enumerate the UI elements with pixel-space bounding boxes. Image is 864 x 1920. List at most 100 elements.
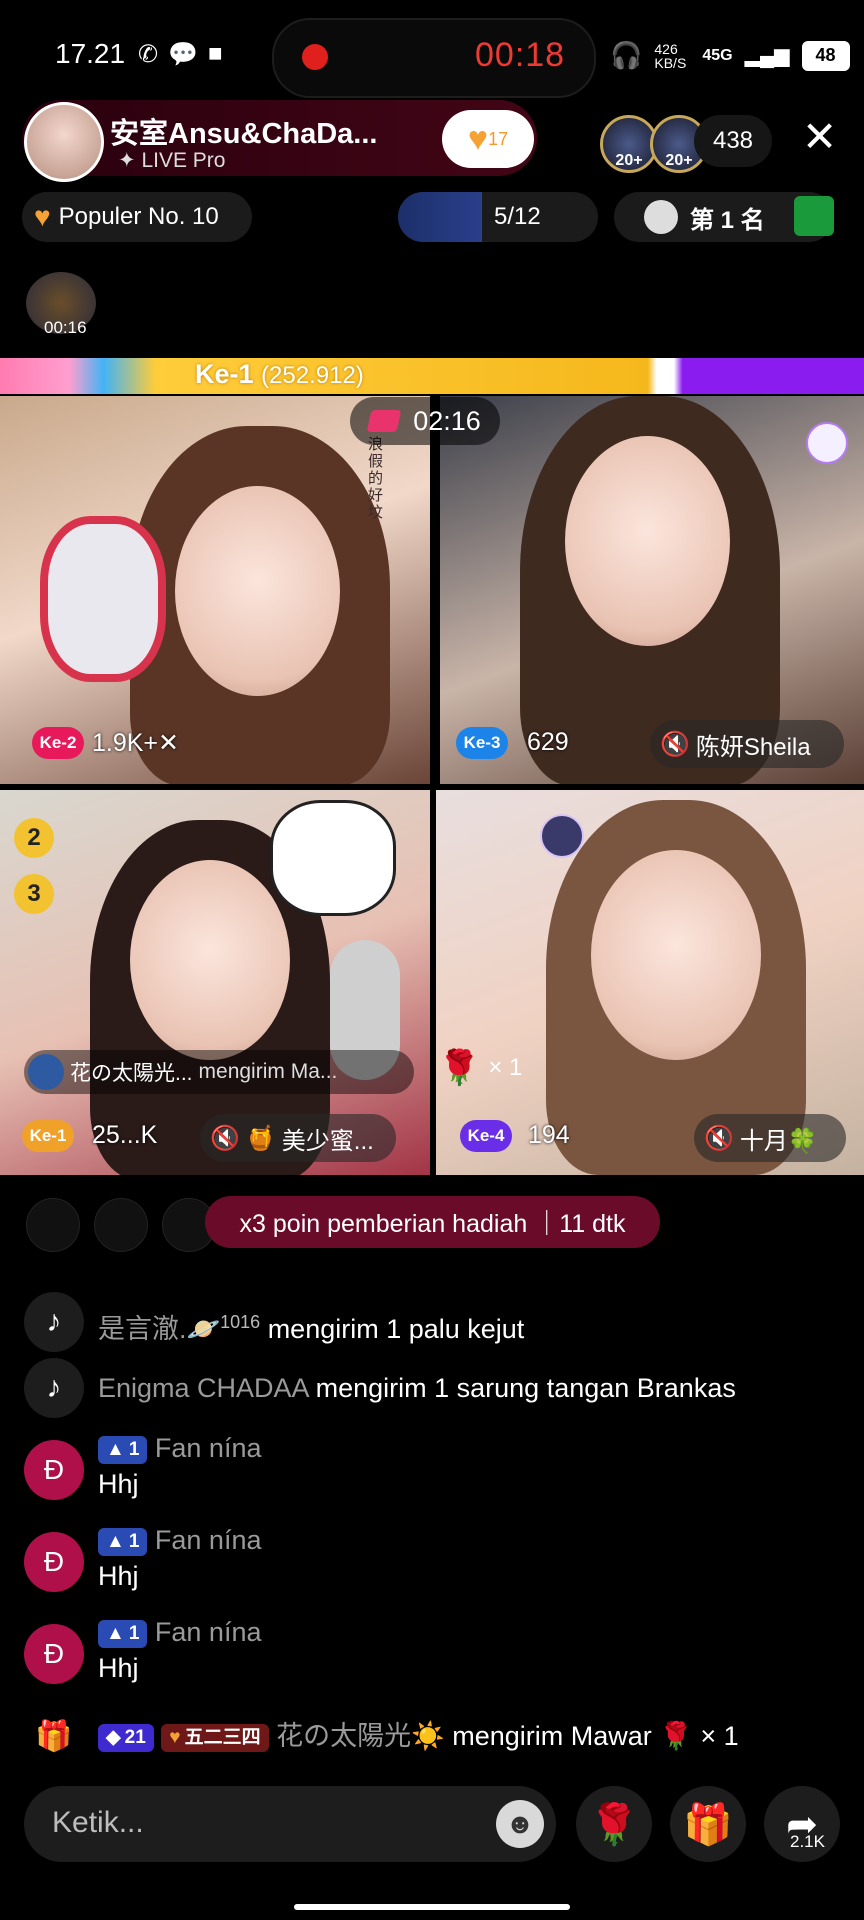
chat-message[interactable]: 🎁 ◆ 21 ♥ 五二三四 花の太陽光☀️ mengirim Mawar 🌹 × 1 bbox=[24, 1706, 738, 1766]
level-badge: ◆ 21 bbox=[98, 1723, 154, 1752]
net-speed: 426 KB/S bbox=[654, 40, 687, 71]
level-icon: ▲ bbox=[106, 1622, 125, 1644]
tile-score: 194 bbox=[528, 1121, 570, 1149]
fan-club-badge: ♥ 五二三四 bbox=[161, 1723, 269, 1752]
guest-badge-icon[interactable] bbox=[540, 814, 584, 858]
hammer-sticker bbox=[40, 516, 166, 682]
system-status: 🎧 426 KB/S 45G ▂▄▆ 48 bbox=[610, 40, 850, 71]
chat-bubble-icon: 💬 bbox=[168, 41, 198, 68]
battle-timer-pill: 02:16 bbox=[350, 397, 500, 445]
guest-name-pill[interactable]: 🔇 十月🍀 bbox=[694, 1114, 846, 1162]
follow-button[interactable]: ♥ 17 bbox=[442, 110, 534, 168]
video-face bbox=[130, 860, 290, 1060]
gift-button[interactable]: 🎁 bbox=[670, 1786, 746, 1862]
status-app-icons: ✆ 💬 ■ bbox=[138, 40, 223, 69]
chat-user[interactable]: Fan nína bbox=[155, 1525, 262, 1555]
follow-count: 17 bbox=[488, 128, 509, 149]
level-number: 1 bbox=[128, 1622, 140, 1644]
chat-message[interactable]: ♪ Enigma CHADAA mengirim 1 sarung tangan… bbox=[24, 1358, 736, 1418]
chat-user[interactable]: 是言澈.🪐 bbox=[98, 1314, 220, 1344]
headphones-icon: 🎧 bbox=[610, 40, 643, 70]
match-progress: 5/12 bbox=[494, 203, 541, 230]
chat-user[interactable]: 花の太陽光☀️ bbox=[276, 1721, 445, 1751]
lightning-icon[interactable] bbox=[806, 422, 848, 464]
close-icon[interactable]: ✕ bbox=[802, 116, 837, 158]
gift-notice: 花の太陽光... mengirim Ma... bbox=[24, 1050, 414, 1094]
chat-text: mengirim 1 sarung tangan Brankas bbox=[315, 1373, 736, 1403]
rank-badge: Ke-2 bbox=[32, 727, 84, 759]
muted-icon: 🔇 bbox=[704, 1124, 734, 1152]
tile-vertical-text: 浪假的好坟 bbox=[368, 436, 384, 521]
level-icon: ▲ bbox=[106, 1530, 125, 1552]
guest-name-pill[interactable]: 🔇 🍯 美少蜜... bbox=[200, 1114, 396, 1162]
score-rank: Ke-1 bbox=[195, 359, 254, 389]
comment-placeholder: Ketik... bbox=[52, 1806, 144, 1839]
chat-message[interactable]: ♪ 是言澈.🪐1016 mengirim 1 palu kejut bbox=[24, 1292, 524, 1352]
ranked-viewer-avatar[interactable] bbox=[94, 1198, 148, 1252]
level-badge: ▲ 1 bbox=[98, 1619, 148, 1648]
fan-club-name: 五二三四 bbox=[184, 1726, 261, 1748]
gift-mult: × 1 bbox=[488, 1054, 523, 1081]
level-number: 21 bbox=[124, 1726, 146, 1748]
battery-icon: 48 bbox=[801, 40, 850, 71]
gift-sender: 花の太陽光... bbox=[70, 1062, 193, 1085]
chat-message[interactable]: Đ ▲ 1 Fan nína Hhj bbox=[24, 1433, 261, 1502]
match-progress-pill[interactable]: 5/12 bbox=[398, 192, 598, 242]
chat-message[interactable]: Đ ▲ 1 Fan nína Hhj bbox=[24, 1617, 261, 1686]
tiktok-icon: ♪ bbox=[24, 1292, 84, 1352]
guest-name: 十月🍀 bbox=[739, 1127, 818, 1155]
battle-timer: 02:16 bbox=[413, 405, 481, 436]
video-face bbox=[591, 850, 761, 1060]
chat-text: Hhj bbox=[98, 1653, 139, 1683]
sparkle-icon: ✦ bbox=[118, 149, 142, 172]
whatsapp-icon: ✆ bbox=[138, 41, 159, 68]
status-time: 17.21 bbox=[55, 38, 126, 69]
network-label: 45G bbox=[702, 46, 733, 64]
rose-gift-button[interactable]: 🌹 bbox=[576, 1786, 652, 1862]
home-indicator[interactable] bbox=[294, 1904, 570, 1910]
user-avatar[interactable]: Đ bbox=[24, 1624, 84, 1684]
video-camera-icon: ■ bbox=[208, 40, 223, 67]
host-avatar[interactable] bbox=[24, 102, 104, 182]
poster-figure bbox=[270, 800, 396, 916]
record-timer: 00:18 bbox=[475, 36, 566, 74]
chat-user[interactable]: Fan nína bbox=[155, 1617, 262, 1647]
level-badge: ▲ 1 bbox=[98, 1527, 148, 1556]
heart-icon: ♥ bbox=[467, 119, 489, 158]
ranked-viewer-avatar[interactable] bbox=[26, 1198, 80, 1252]
host-sub-label: LIVE Pro bbox=[141, 149, 226, 172]
chat-message[interactable]: Đ ▲ 1 Fan nína Hhj bbox=[24, 1525, 261, 1594]
top-viewers[interactable]: 20+ 20+ bbox=[600, 115, 708, 173]
host-name[interactable]: 安室Ansu&ChaDa... bbox=[110, 110, 377, 152]
user-avatar[interactable]: Đ bbox=[24, 1440, 84, 1500]
treasure-box-icon[interactable] bbox=[794, 196, 834, 236]
chat-user[interactable]: Enigma CHADAA bbox=[98, 1373, 308, 1403]
rank-badge: Ke-4 bbox=[460, 1120, 512, 1152]
bolt-timer: 00:16 bbox=[44, 318, 87, 337]
viewer-count[interactable]: 438 bbox=[694, 115, 772, 167]
video-tile-1[interactable]: 浪假的好坟 bbox=[0, 396, 430, 784]
first-avatar bbox=[644, 200, 678, 234]
tile-score: 629 bbox=[527, 728, 569, 756]
heart-icon: ♥ bbox=[34, 201, 51, 232]
signal-icon: ▂▄▆ bbox=[744, 45, 790, 67]
guest-name: 陈妍Sheila bbox=[695, 733, 811, 761]
chat-user[interactable]: Fan nína bbox=[155, 1433, 262, 1463]
rank-badge: Ke-1 bbox=[22, 1120, 74, 1152]
user-avatar[interactable]: Đ bbox=[24, 1532, 84, 1592]
emoji-icon[interactable]: ☻ bbox=[496, 1800, 544, 1848]
record-dot-icon bbox=[302, 44, 328, 70]
tile-score: 1.9K+✕ bbox=[92, 729, 179, 757]
heart-icon: ♥ bbox=[169, 1726, 181, 1748]
tile-score: 25...K bbox=[92, 1121, 158, 1149]
chat-text: mengirim 1 palu kejut bbox=[267, 1314, 525, 1344]
guest-name-pill[interactable]: 🔇 陈妍Sheila bbox=[650, 720, 844, 768]
share-count: 2.1K bbox=[790, 1832, 825, 1851]
score-label: Ke-1 (252.912) bbox=[195, 359, 364, 390]
gift-icon: 🎁 bbox=[683, 1802, 733, 1847]
populer-rank-pill[interactable]: ♥ Populer No. 10 bbox=[22, 192, 252, 242]
gift-multiplier: 🌹 × 1 bbox=[438, 1048, 522, 1088]
gift-box-icon: 🎁 bbox=[35, 1719, 73, 1753]
score-value: (252.912) bbox=[261, 362, 364, 389]
first-place-label: 第 1 名 bbox=[690, 206, 765, 234]
